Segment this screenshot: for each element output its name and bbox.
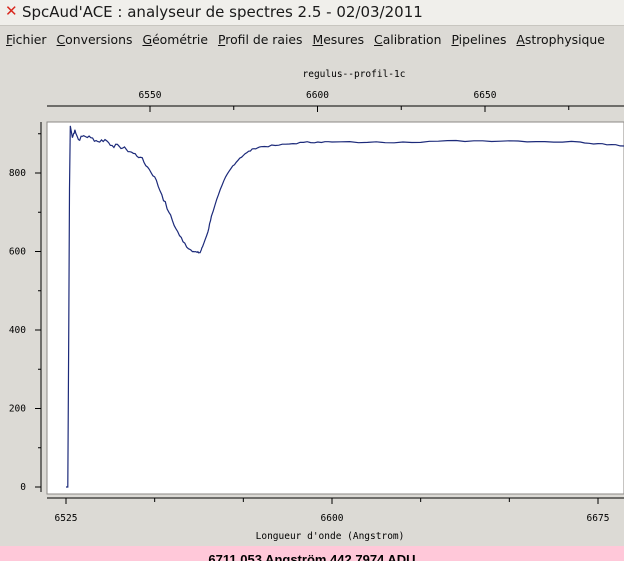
menu-conversions[interactable]: Conversions xyxy=(57,32,133,47)
chart-title: regulus--profil-1c xyxy=(303,69,406,80)
menu-géométrie[interactable]: Géométrie xyxy=(142,32,208,47)
y-axis-tick-label: 400 xyxy=(9,325,26,336)
plot-area[interactable] xyxy=(46,121,624,495)
cursor-readout: 6711.053 Angström 442.7974 ADU xyxy=(208,552,416,561)
close-icon[interactable]: ✕ xyxy=(5,2,18,20)
bottom-axis-tick-label: 6525 xyxy=(55,513,78,524)
status-bar: 6711.053 Angström 442.7974 ADU xyxy=(0,546,624,561)
x-axis-label: Longueur d'onde (Angstrom) xyxy=(256,531,405,542)
menu-fichier[interactable]: Fichier xyxy=(6,32,47,47)
spectrum-chart-svg[interactable]: regulus--profil-1c 6550 6600 6650 6525 6600 66… xyxy=(0,56,624,546)
menu-calibration[interactable]: Calibration xyxy=(374,32,441,47)
top-axis-tick-label: 6650 xyxy=(474,90,497,101)
menu-bar: Fichier Conversions Géométrie Profil de rai… xyxy=(0,27,624,53)
y-axis-tick-label: 800 xyxy=(9,168,26,179)
top-axis-tick-label: 6600 xyxy=(306,90,329,101)
menu-profil-de-raies[interactable]: Profil de raies xyxy=(218,32,303,47)
y-axis-tick-label: 0 xyxy=(20,482,26,493)
spectrum-graph[interactable]: regulus--profil-1c 6550 6600 6650 6525 6600 66… xyxy=(0,56,624,546)
menu-mesures[interactable]: Mesures xyxy=(312,32,364,47)
menu-pipelines[interactable]: Pipelines xyxy=(451,32,506,47)
menu-astrophysique[interactable]: Astrophysique xyxy=(516,32,605,47)
title-bar[interactable]: ✕ SpcAud'ACE : analyseur de spectres 2.5… xyxy=(0,0,624,26)
top-axis-tick-label: 6550 xyxy=(139,90,162,101)
bottom-axis-tick-label: 6675 xyxy=(587,513,610,524)
bottom-axis-tick-label: 6600 xyxy=(321,513,344,524)
window-title: SpcAud'ACE : analyseur de spectres 2.5 -… xyxy=(22,3,423,21)
y-axis-tick-label: 200 xyxy=(9,404,26,415)
y-axis-tick-label: 600 xyxy=(9,247,26,258)
